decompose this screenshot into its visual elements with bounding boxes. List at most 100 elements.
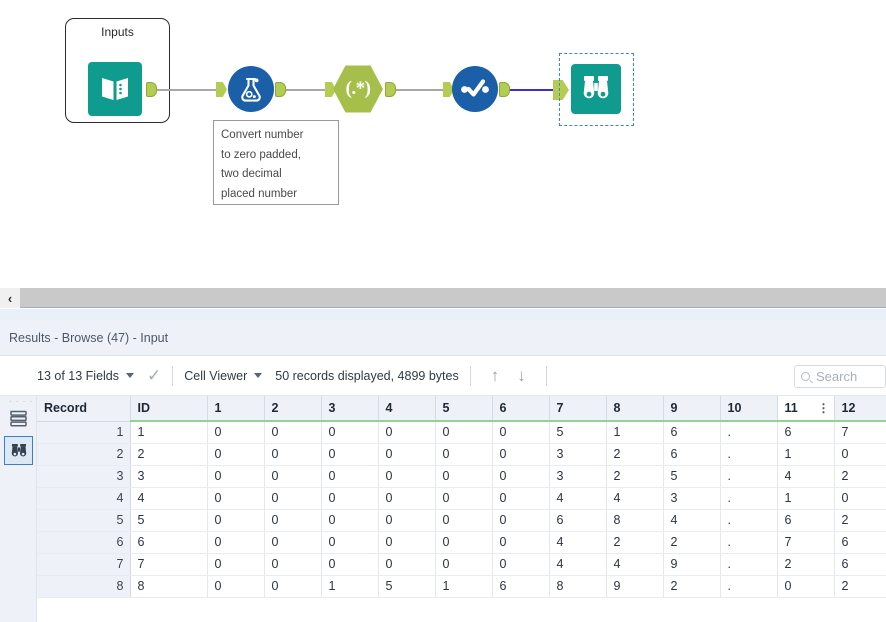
table-row[interactable]: 88001516892.02 [37,575,886,598]
column-header-5[interactable]: 5 [435,396,493,422]
table-cell[interactable]: 0 [378,509,436,532]
table-cell[interactable]: 9 [606,575,664,598]
table-cell[interactable]: 4 [549,531,607,554]
vertical-dots-icon[interactable]: ⋮ [818,402,830,414]
table-cell[interactable]: 8 [606,509,664,532]
table-cell[interactable]: 2 [834,575,886,598]
select-tool[interactable] [452,66,498,112]
table-cell[interactable]: 0 [435,487,493,510]
table-cell[interactable]: 6 [663,443,721,466]
column-header-1[interactable]: 1 [207,396,265,422]
formula-tool[interactable] [228,66,274,112]
column-header-10[interactable]: 10 [720,396,778,422]
table-row[interactable]: 44000000443.10 [37,487,886,510]
record-number-cell[interactable]: 6 [37,531,131,554]
table-cell[interactable]: 7 [834,421,886,444]
table-cell[interactable]: . [720,465,778,488]
table-cell[interactable]: 1 [435,575,493,598]
rail-browse-icon-button[interactable] [4,436,33,465]
table-cell[interactable]: 7 [130,553,208,576]
wire-formula-to-regex[interactable] [286,89,328,91]
record-number-cell[interactable]: 7 [37,553,131,576]
table-cell[interactable]: 0 [435,553,493,576]
table-cell[interactable]: 0 [435,443,493,466]
table-cell[interactable]: . [720,575,778,598]
table-row[interactable]: 66000000422.76 [37,531,886,554]
chevron-down-icon[interactable] [126,373,134,378]
table-cell[interactable]: 0 [834,487,886,510]
table-cell[interactable]: 0 [264,509,322,532]
table-cell[interactable]: 6 [834,553,886,576]
table-cell[interactable]: 6 [492,575,550,598]
table-row[interactable]: 22000000326.10 [37,443,886,466]
table-cell[interactable]: 1 [130,421,208,444]
checkmark-icon[interactable]: ✓ [147,367,161,384]
column-header-7[interactable]: 7 [549,396,607,422]
table-cell[interactable]: 2 [606,465,664,488]
column-header-12[interactable]: 12 [834,396,886,422]
table-cell[interactable]: 0 [435,465,493,488]
table-cell[interactable]: 0 [378,487,436,510]
panel-splitter[interactable]: ‹ [0,288,886,308]
table-cell[interactable]: 0 [207,553,265,576]
search-input[interactable]: Search [794,365,886,388]
table-cell[interactable]: 4 [663,509,721,532]
table-cell[interactable]: 0 [321,443,379,466]
table-cell[interactable]: 1 [777,487,835,510]
table-cell[interactable]: 1 [777,443,835,466]
column-header-4[interactable]: 4 [378,396,436,422]
table-cell[interactable]: 8 [130,575,208,598]
view-mode-selector[interactable]: Cell Viewer [184,369,263,383]
table-cell[interactable]: 3 [663,487,721,510]
table-cell[interactable]: 0 [777,575,835,598]
table-cell[interactable]: 6 [777,509,835,532]
wire-regex-to-select[interactable] [396,89,446,91]
table-cell[interactable]: 2 [130,443,208,466]
table-cell[interactable]: 2 [834,465,886,488]
select-output-anchor[interactable] [499,82,510,97]
wire-select-to-browse[interactable] [510,89,556,92]
table-cell[interactable]: 0 [264,465,322,488]
table-cell[interactable]: 5 [378,575,436,598]
table-cell[interactable]: 0 [435,509,493,532]
table-cell[interactable]: . [720,553,778,576]
rail-table-icon-button[interactable] [4,404,33,433]
table-cell[interactable]: 9 [663,553,721,576]
table-cell[interactable]: . [720,443,778,466]
table-cell[interactable]: 3 [130,465,208,488]
record-number-cell[interactable]: 3 [37,465,131,488]
table-cell[interactable]: 3 [549,443,607,466]
table-row[interactable]: 55000000684.62 [37,509,886,532]
record-number-cell[interactable]: 1 [37,421,131,444]
table-cell[interactable]: 6 [663,421,721,444]
table-cell[interactable]: 6 [549,509,607,532]
table-cell[interactable]: 2 [777,553,835,576]
table-cell[interactable]: 4 [130,487,208,510]
column-header-record[interactable]: Record [37,396,131,422]
table-row[interactable]: 11000000516.67 [37,421,886,444]
record-number-cell[interactable]: 2 [37,443,131,466]
table-cell[interactable]: 0 [834,443,886,466]
scroll-down-button[interactable]: ↓ [517,367,526,384]
table-cell[interactable]: 0 [492,553,550,576]
table-cell[interactable]: 2 [606,531,664,554]
table-cell[interactable]: 5 [549,421,607,444]
table-cell[interactable]: 2 [606,443,664,466]
table-cell[interactable]: 0 [264,531,322,554]
table-cell[interactable]: 0 [207,487,265,510]
column-header-11[interactable]: 11 ⋮ [777,396,835,422]
formula-input-anchor[interactable] [216,82,227,97]
table-cell[interactable]: 0 [264,421,322,444]
collapse-panel-button[interactable]: ‹ [0,288,20,308]
input-output-anchor[interactable] [146,82,157,97]
table-cell[interactable]: 1 [606,421,664,444]
results-grid[interactable]: Record ID 1 2 3 4 5 6 7 8 9 10 11 ⋮ 12 11000000516.672… [37,396,886,622]
table-cell[interactable]: 0 [207,509,265,532]
table-cell[interactable]: . [720,421,778,444]
column-header-3[interactable]: 3 [321,396,379,422]
table-cell[interactable]: 0 [264,575,322,598]
table-cell[interactable]: 4 [549,487,607,510]
table-cell[interactable]: 5 [130,509,208,532]
table-cell[interactable]: 0 [378,553,436,576]
table-cell[interactable]: . [720,509,778,532]
